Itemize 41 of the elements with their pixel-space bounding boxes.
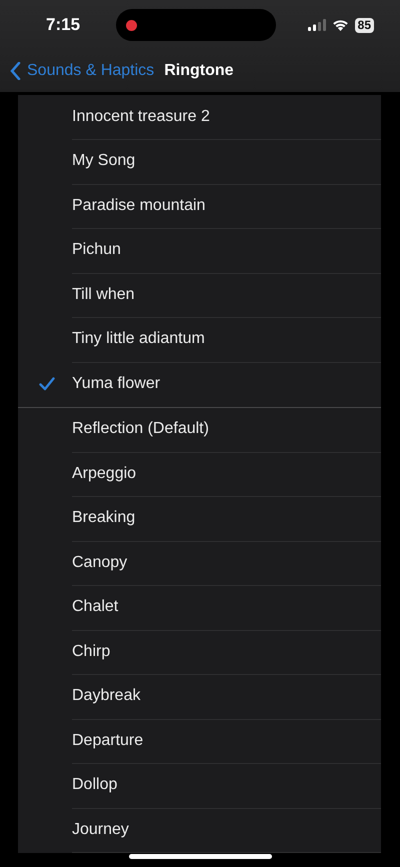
wifi-icon (332, 19, 349, 31)
ringtone-name: Canopy (72, 552, 128, 573)
ringtone-row[interactable]: My Song (18, 140, 381, 184)
ringtone-row[interactable]: Yuma flower (18, 362, 381, 406)
ringtone-row[interactable]: Journey (18, 808, 381, 852)
ringtone-name: Paradise mountain (72, 196, 206, 216)
ringtone-name: Breaking (72, 508, 136, 528)
page-title: Ringtone (164, 62, 234, 80)
ringtone-row[interactable]: Breaking (18, 496, 381, 541)
ringtone-row[interactable]: Till when (18, 273, 381, 318)
ringtone-name: Pichun (72, 240, 122, 260)
ringtone-name: Reflection (Default) (72, 419, 210, 440)
back-chevron-icon (10, 62, 21, 80)
ringtone-row[interactable]: Dollop (18, 764, 381, 808)
ringtone-name: Chalet (72, 597, 120, 618)
ringtone-row[interactable]: Innocent treasure 2 (18, 95, 381, 140)
ringtone-name: My Song (72, 151, 136, 172)
ringtone-name: Dollop (72, 775, 118, 796)
ringtone-name: Tiny little adiantum (72, 329, 206, 350)
ringtone-name: Innocent treasure 2 (72, 106, 211, 127)
ringtone-row[interactable]: Departure (18, 719, 381, 764)
ringtone-row[interactable]: Arpeggio (18, 452, 381, 496)
battery-level: 85 (354, 18, 374, 32)
ringtone-row[interactable]: Paradise mountain (18, 184, 381, 228)
ringtone-name: Journey (72, 820, 130, 840)
back-link[interactable]: Sounds & Haptics (10, 62, 154, 80)
ringtone-row[interactable]: Chirp (18, 630, 381, 674)
ringtone-row[interactable]: Chalet (18, 586, 381, 630)
ringtone-name: Daybreak (72, 686, 142, 706)
ringtone-name: Chirp (72, 642, 112, 662)
ringtone-name: Yuma flower (72, 374, 162, 394)
ringtone-name: Departure (72, 730, 144, 751)
status-time: 7:15 (46, 15, 82, 35)
ringtone-row[interactable]: Reflection (Default) (18, 408, 381, 452)
ringtone-name: Till when (72, 284, 136, 305)
signal-icon (308, 19, 326, 31)
ringtone-row[interactable]: Canopy (18, 541, 381, 586)
ringtone-row[interactable]: Daybreak (18, 674, 381, 719)
ringtone-name: Arpeggio (72, 464, 138, 484)
ringtone-row[interactable]: Tiny little adiantum (18, 318, 381, 362)
ringtone-row[interactable]: Pichun (18, 228, 381, 273)
